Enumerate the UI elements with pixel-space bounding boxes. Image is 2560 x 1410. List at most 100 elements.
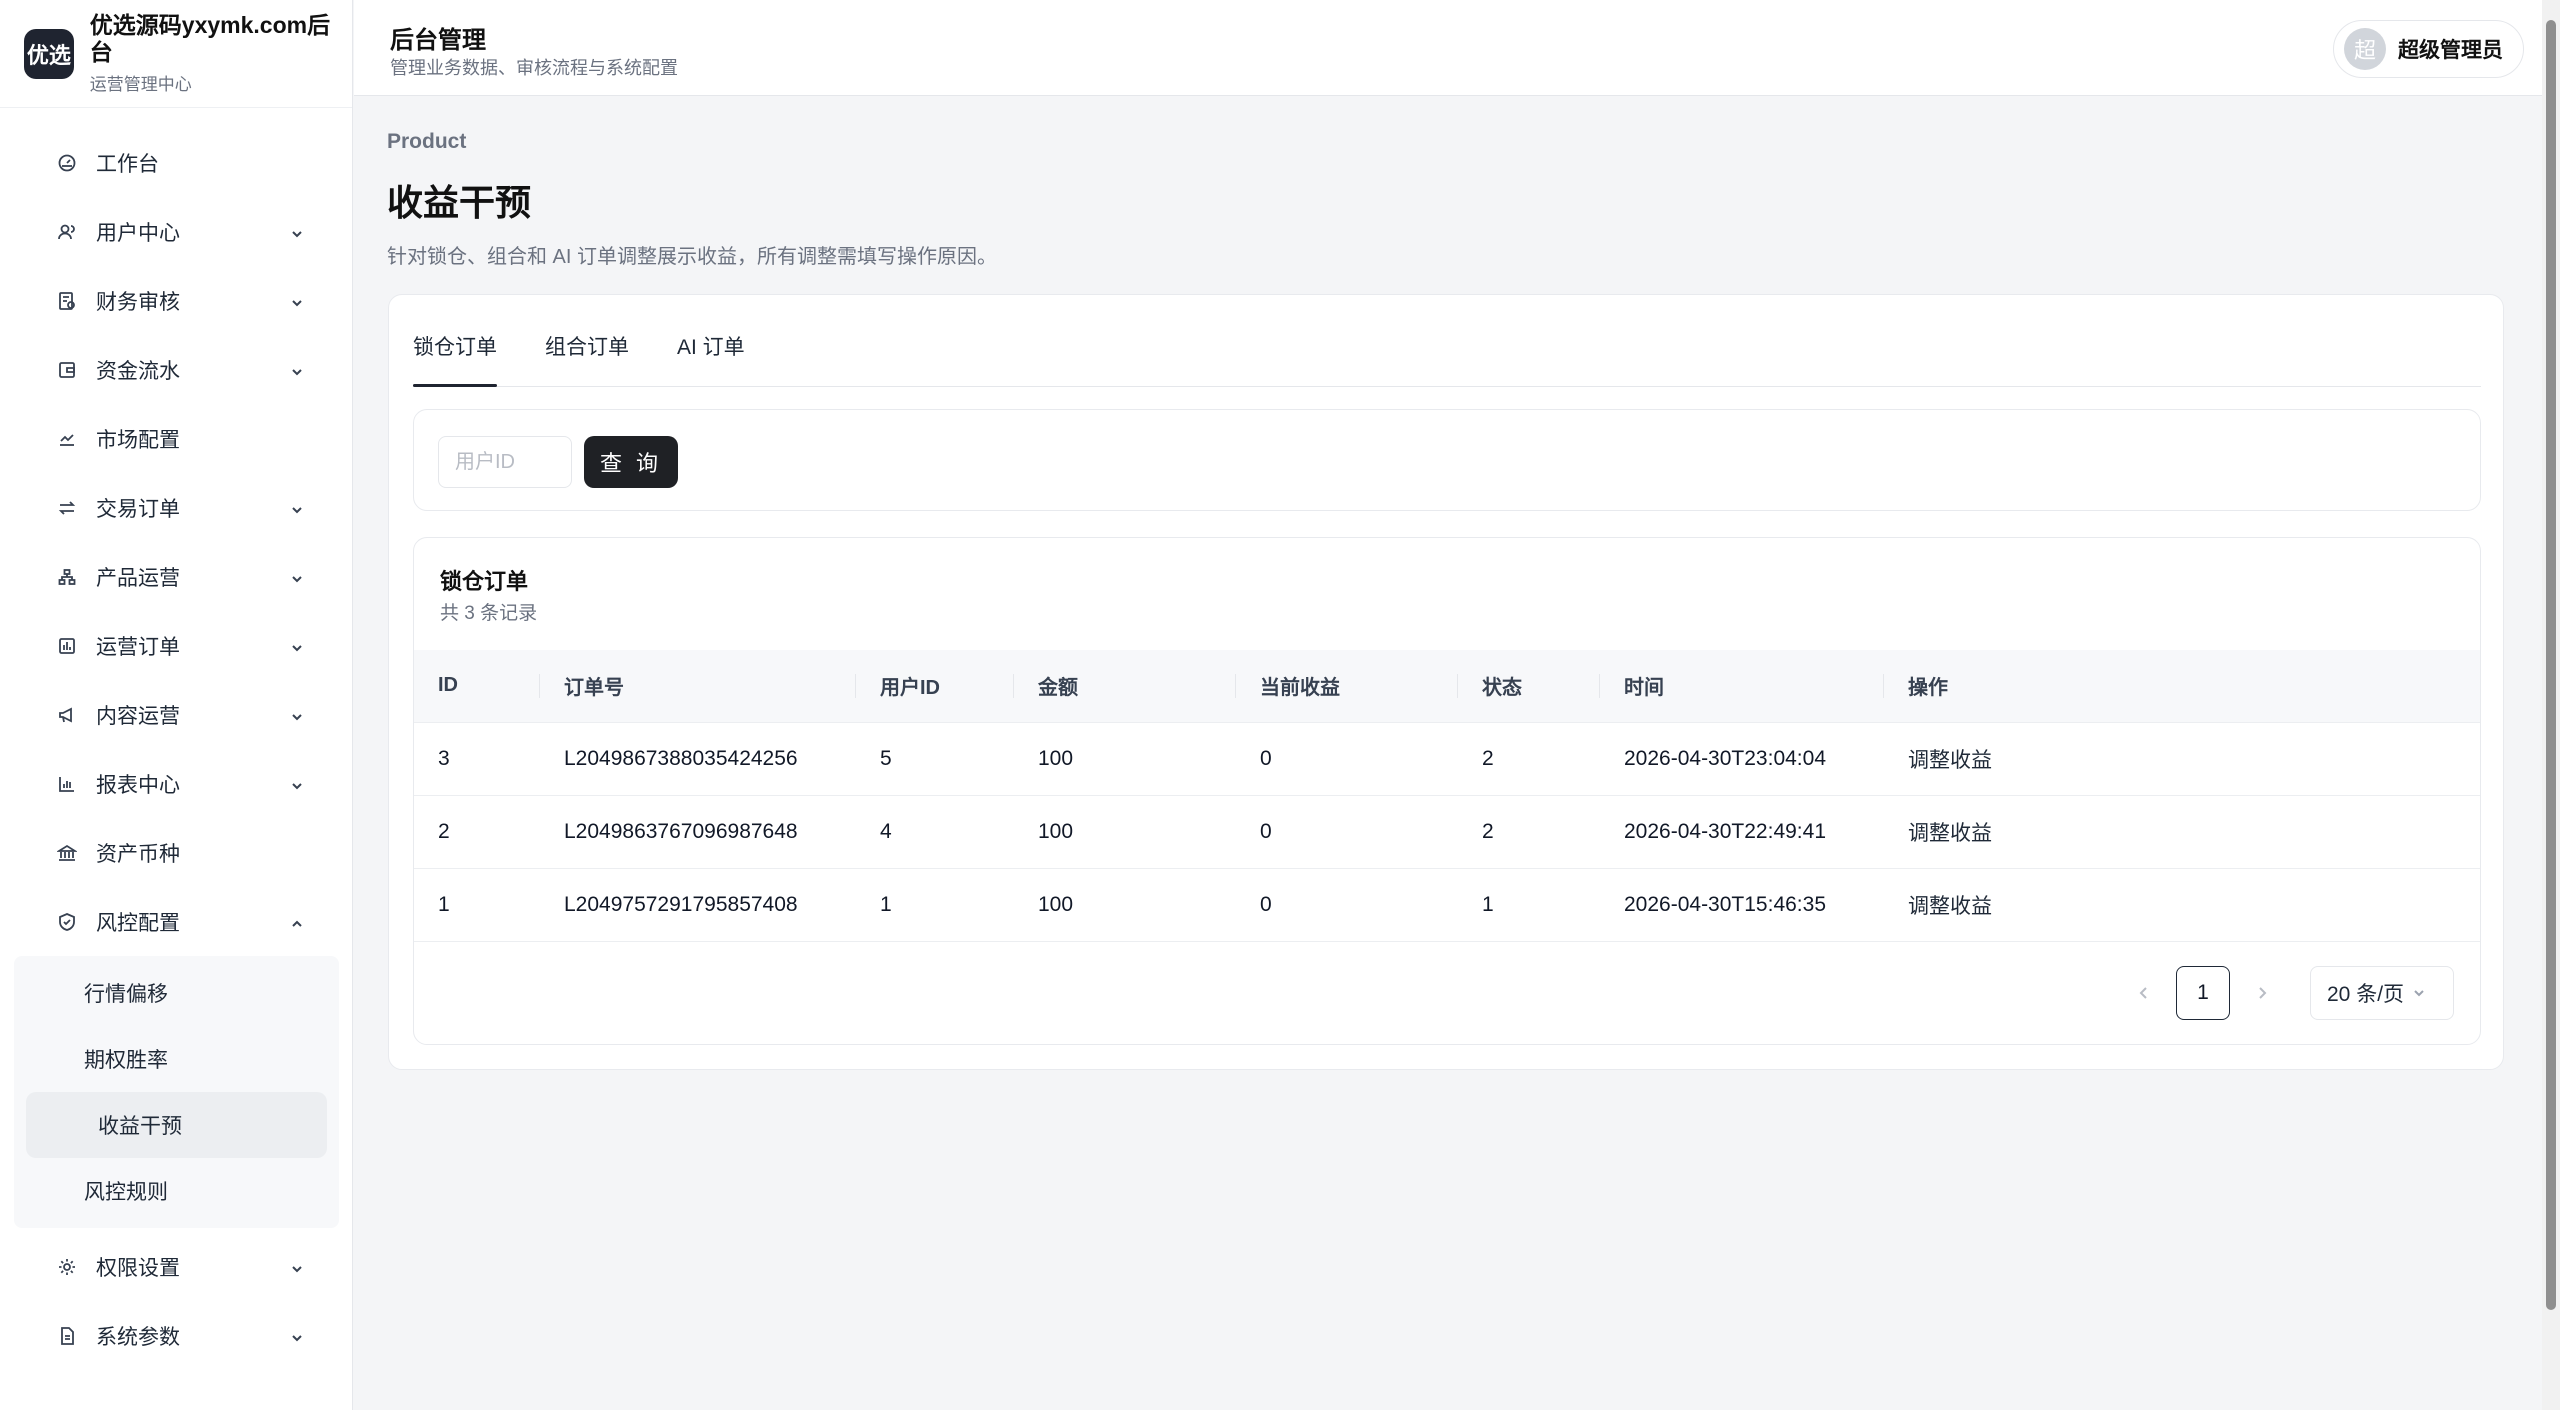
next-page-button[interactable] [2242,973,2282,1013]
chevron-down-icon [289,569,305,585]
bar-chart-icon [56,773,78,795]
sidebar-item-label: 工作台 [96,152,159,176]
cell-current-profit: 0 [1236,722,1458,796]
query-button[interactable]: 查 询 [584,436,678,488]
sidebar-item-label: 财务审核 [96,290,180,314]
chevron-down-icon [289,362,305,378]
record-count: 共 3 条记录 [440,603,538,624]
cell-status: 2 [1458,722,1600,796]
content-card: 锁仓订单 组合订单 AI 订单 查 询 锁仓订单 共 3 条记录 [388,294,2504,1070]
sidebar-item-label: 用户中心 [96,221,180,245]
chevron-down-icon [289,638,305,654]
sidebar-item-product-ops[interactable]: 产品运营 [0,542,353,611]
table-header-row: ID 订单号 用户ID 金额 当前收益 状态 时间 操作 [414,650,2480,723]
sidebar-item-label: 报表中心 [96,773,180,797]
chevron-down-icon [289,1328,305,1344]
dashboard-icon [56,152,78,174]
sidebar-item-label: 资产币种 [96,842,180,866]
sidebar-item-user-center[interactable]: 用户中心 [0,197,353,266]
sidebar-subitem-risk-rules[interactable]: 风控规则 [6,1158,339,1224]
brand-title: 优选源码yxymk.com后台 [89,12,331,65]
sidebar-item-permissions[interactable]: 权限设置 [0,1232,353,1301]
sidebar-subitem-option-winrate[interactable]: 期权胜率 [6,1026,339,1092]
column-header: 状态 [1458,650,1600,723]
column-header: 金额 [1014,650,1236,723]
adjust-profit-link[interactable]: 调整收益 [1884,722,2480,796]
cell-user-id: 1 [856,868,1014,942]
page-number-button[interactable]: 1 [2176,966,2230,1020]
prev-page-button[interactable] [2124,973,2164,1013]
users-icon [56,221,78,243]
sidebar-item-finance-review[interactable]: 财务审核 [0,266,353,335]
sidebar-item-label: 市场配置 [96,428,180,452]
sidebar-item-content-ops[interactable]: 内容运营 [0,680,353,749]
chevron-left-icon [2139,987,2147,999]
chevron-up-icon [289,914,305,930]
column-header: 当前收益 [1236,650,1458,723]
tab-lock-orders[interactable]: 锁仓订单 [413,294,497,387]
sidebar-item-workbench[interactable]: 工作台 [0,128,353,197]
sidebar-item-label: 产品运营 [96,566,180,590]
cell-time: 2026-04-30T22:49:41 [1600,795,1884,869]
document-icon [56,1325,78,1347]
sidebar-item-trade-orders[interactable]: 交易订单 [0,473,353,542]
adjust-profit-link[interactable]: 调整收益 [1884,795,2480,869]
sidebar-item-label: 运营订单 [96,635,180,659]
sidebar: 优选 优选源码yxymk.com后台 运营管理中心 工作台 用户中心 财务审核 [0,0,353,1410]
avatar: 超 [2344,28,2386,70]
swap-icon [56,497,78,519]
tab-ai-orders[interactable]: AI 订单 [677,294,745,386]
cell-status: 2 [1458,795,1600,869]
chevron-down-icon [289,707,305,723]
gear-icon [56,1256,78,1278]
adjust-profit-link[interactable]: 调整收益 [1884,868,2480,942]
user-id-input[interactable] [438,436,572,488]
page-description: 针对锁仓、组合和 AI 订单调整展示收益，所有调整需填写操作原因。 [387,246,998,268]
sidebar-item-label: 系统参数 [96,1325,180,1349]
filter-bar: 查 询 [413,409,2481,511]
top-header: 后台管理 管理业务数据、审核流程与系统配置 超 超级管理员 [354,0,2542,96]
chart-line-icon [56,428,78,450]
sidebar-subitem-market-offset[interactable]: 行情偏移 [6,960,339,1026]
table-row: 3 L2049867388035424256 5 100 0 2 2026-04… [414,722,2480,796]
user-menu[interactable]: 超 超级管理员 [2333,20,2524,78]
app-root: 优选 优选源码yxymk.com后台 运营管理中心 工作台 用户中心 财务审核 [0,0,2560,1410]
header-subtitle: 管理业务数据、审核流程与系统配置 [390,58,678,78]
column-header: 操作 [1884,650,2480,723]
sidebar-item-market-config[interactable]: 市场配置 [0,404,353,473]
table-row: 1 L2049757291795857408 1 100 0 1 2026-04… [414,868,2480,942]
brand-subtitle: 运营管理中心 [89,75,192,94]
sidebar-item-fund-flow[interactable]: 资金流水 [0,335,353,404]
page-size-select[interactable]: 20 条/页 [2310,966,2454,1020]
sidebar-item-label: 权限设置 [96,1256,180,1280]
sidebar-subitem-profit-intervention[interactable]: 收益干预 [26,1092,327,1158]
sidebar-item-label: 风控配置 [96,911,180,935]
table-row: 2 L2049863767096987648 4 100 0 2 2026-04… [414,795,2480,869]
cell-amount: 100 [1014,795,1236,869]
cell-time: 2026-04-30T23:04:04 [1600,722,1884,796]
orders-table: ID 订单号 用户ID 金额 当前收益 状态 时间 操作 3 L20498673… [414,650,2480,942]
cell-current-profit: 0 [1236,868,1458,942]
cell-time: 2026-04-30T15:46:35 [1600,868,1884,942]
brand-logo: 优选 [24,28,74,79]
column-header: 订单号 [540,650,856,723]
chevron-down-icon [2414,990,2424,997]
cell-user-id: 5 [856,722,1014,796]
sidebar-item-label: 内容运营 [96,704,180,728]
tab-bar: 锁仓订单 组合订单 AI 订单 [413,295,2481,387]
cell-amount: 100 [1014,722,1236,796]
sidebar-item-risk-config[interactable]: 风控配置 [0,887,353,956]
cell-order-no: L2049863767096987648 [540,795,856,869]
tab-combo-orders[interactable]: 组合订单 [545,294,629,386]
sidebar-item-asset-currency[interactable]: 资产币种 [0,818,353,887]
scrollbar-thumb[interactable] [2546,20,2556,1310]
page-scrollbar[interactable] [2542,0,2560,1410]
cell-order-no: L2049867388035424256 [540,722,856,796]
column-header: 时间 [1600,650,1884,723]
cell-current-profit: 0 [1236,795,1458,869]
sidebar-item-system-params[interactable]: 系统参数 [0,1301,353,1370]
cell-user-id: 4 [856,795,1014,869]
sidebar-item-report-center[interactable]: 报表中心 [0,749,353,818]
page-size-label: 20 条/页 [2327,983,2405,1006]
sidebar-item-ops-orders[interactable]: 运营订单 [0,611,353,680]
